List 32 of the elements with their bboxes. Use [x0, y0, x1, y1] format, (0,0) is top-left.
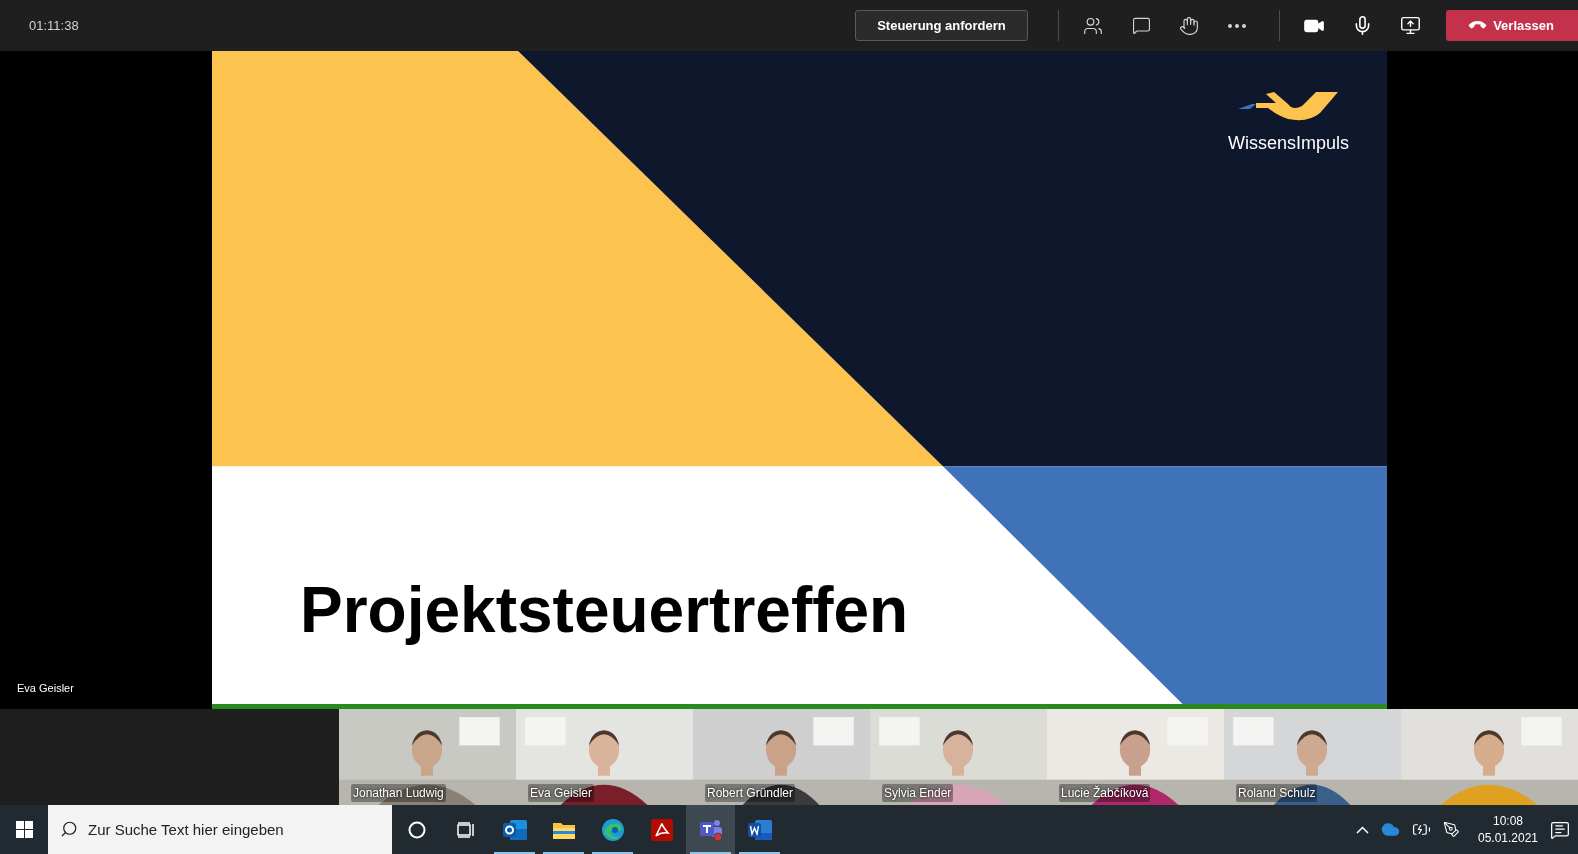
chat-app-icon: [697, 817, 724, 842]
share-screen-icon: [1399, 15, 1421, 36]
participant-name: Lucie Žabčíková: [1059, 784, 1151, 802]
clock-time: 10:08: [1493, 812, 1523, 830]
hand-icon: [1179, 15, 1199, 36]
people-icon: [1083, 15, 1103, 36]
search-field[interactable]: Zur Suche Text hier eingeben: [48, 805, 392, 854]
clock-date: 05.01.2021: [1477, 829, 1539, 847]
participant-name: Roland Schulz: [1236, 784, 1318, 802]
logo-text: WissensImpuls: [1227, 132, 1349, 155]
windows-icon: [15, 821, 33, 838]
browser-icon: [600, 817, 625, 842]
leave-button[interactable]: Verlassen: [1446, 10, 1578, 41]
participant-name: Jonathan Ludwig: [351, 784, 446, 802]
circle-icon: [407, 820, 426, 839]
search-icon: [60, 820, 78, 838]
cloud-icon: [1381, 820, 1400, 839]
chat-icon: [1131, 16, 1151, 35]
mail-app-icon: [501, 817, 528, 842]
request-control-button[interactable]: Steuerung anfordern: [855, 10, 1028, 41]
document-app-icon: [746, 817, 773, 842]
notifications-icon: [1550, 819, 1570, 840]
pdf-reader-icon: [650, 818, 673, 841]
more-icon: [1228, 23, 1246, 28]
logo-icon: [1238, 89, 1339, 123]
participant-name: Sylvia Ender: [882, 784, 954, 802]
task-view-icon: [456, 821, 475, 838]
show-hidden-icons-icon: [1356, 825, 1369, 834]
call-timer: 01:11:38: [29, 16, 79, 35]
participant-name: Robert Gründler: [705, 784, 796, 802]
pen-icon: [1443, 821, 1460, 838]
presenter-name: Eva Geisler: [17, 680, 75, 696]
